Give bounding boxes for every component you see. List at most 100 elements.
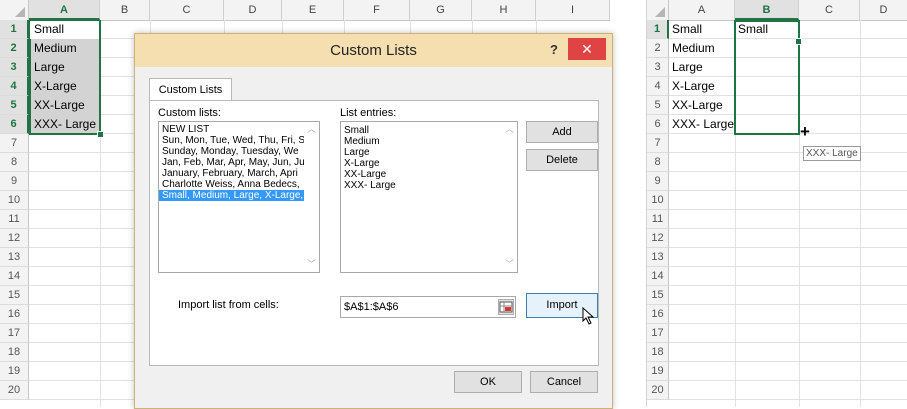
column-header-c[interactable]: C	[150, 0, 224, 20]
row-header-13[interactable]: 13	[647, 248, 669, 267]
row-header-14[interactable]: 14	[647, 267, 669, 286]
import-from-cells-label: Import list from cells:	[178, 299, 279, 311]
row-header-6[interactable]: 6	[647, 115, 669, 134]
row-header-19[interactable]: 19	[647, 362, 669, 381]
add-button[interactable]: Add	[526, 121, 598, 143]
ok-button[interactable]: OK	[454, 371, 522, 393]
custom-lists-listbox[interactable]: NEW LIST Sun, Mon, Tue, Wed, Thu, Fri, S…	[158, 121, 320, 273]
cell-a3[interactable]: Large	[669, 58, 703, 77]
row-header-20[interactable]: 20	[647, 381, 669, 400]
fill-handle[interactable]	[795, 38, 802, 45]
list-entries-textbox[interactable]: Small Medium Large X-Large XX-Large XXX-…	[340, 121, 518, 273]
row-header-10[interactable]: 10	[0, 191, 29, 210]
row-header-15[interactable]: 15	[0, 286, 29, 305]
row-header-15[interactable]: 15	[647, 286, 669, 305]
select-all-corner[interactable]	[647, 0, 669, 20]
column-header-d[interactable]: D	[224, 0, 282, 20]
row-header-4[interactable]: 4	[0, 77, 29, 96]
cell-a6[interactable]: XXX- Large	[31, 115, 96, 134]
row-header-16[interactable]: 16	[647, 305, 669, 324]
cell-a6[interactable]: XXX- Large	[669, 115, 734, 134]
row-header-8[interactable]: 8	[0, 153, 29, 172]
column-header-f[interactable]: F	[344, 0, 410, 20]
row-header-18[interactable]: 18	[0, 343, 29, 362]
row-header-10[interactable]: 10	[647, 191, 669, 210]
row-header-1[interactable]: 1	[0, 20, 29, 39]
row-header-18[interactable]: 18	[647, 343, 669, 362]
row-header-19[interactable]: 19	[0, 362, 29, 381]
column-header-e[interactable]: E	[282, 0, 344, 20]
column-header-a[interactable]: A	[669, 0, 735, 20]
scroll-down-icon[interactable]: ﹀	[304, 257, 319, 272]
column-header-c[interactable]: C	[799, 0, 860, 20]
column-header-d[interactable]: D	[860, 0, 907, 20]
list-item[interactable]: Sun, Mon, Tue, Wed, Thu, Fri, S	[159, 135, 319, 146]
tab-custom-lists[interactable]: Custom Lists	[149, 78, 232, 102]
row-header-9[interactable]: 9	[647, 172, 669, 191]
column-header-row: A B C D	[647, 0, 907, 21]
row-header-17[interactable]: 17	[647, 324, 669, 343]
row-header-8[interactable]: 8	[647, 153, 669, 172]
cell-a5[interactable]: XX-Large	[669, 96, 723, 115]
row-header-14[interactable]: 14	[0, 267, 29, 286]
list-item[interactable]: Jan, Feb, Mar, Apr, May, Jun, Ju	[159, 157, 319, 168]
cancel-button[interactable]: Cancel	[530, 371, 598, 393]
row-header-6[interactable]: 6	[0, 115, 29, 134]
row-header-11[interactable]: 11	[647, 210, 669, 229]
delete-button[interactable]: Delete	[526, 149, 598, 171]
column-header-b[interactable]: B	[735, 0, 799, 20]
row-header-11[interactable]: 11	[0, 210, 29, 229]
column-header-a[interactable]: A	[29, 0, 100, 20]
list-entry: XXX- Large	[344, 180, 396, 191]
column-header-h[interactable]: H	[472, 0, 536, 20]
list-item-selected[interactable]: Small, Medium, Large, X-Large,	[159, 190, 304, 201]
cell-a1[interactable]: Small	[31, 20, 64, 39]
custom-lists-label: Custom lists:	[158, 107, 221, 119]
list-item[interactable]: Sunday, Monday, Tuesday, We	[159, 146, 319, 157]
row-header-2[interactable]: 2	[0, 39, 29, 58]
row-header-1[interactable]: 1	[647, 20, 669, 39]
scroll-up-icon[interactable]: ︿	[502, 122, 517, 137]
list-entries-scrollbar[interactable]: ︿ ﹀	[502, 122, 517, 272]
fill-handle[interactable]	[97, 131, 104, 138]
list-item[interactable]: January, February, March, Apri	[159, 168, 319, 179]
cell-a4[interactable]: X-Large	[31, 77, 77, 96]
list-item[interactable]: Charlotte Weiss, Anna Bedecs,	[159, 179, 319, 190]
help-button[interactable]: ?	[544, 40, 564, 60]
scroll-up-icon[interactable]: ︿	[304, 122, 319, 137]
row-header-3[interactable]: 3	[0, 58, 29, 77]
scroll-down-icon[interactable]: ﹀	[502, 257, 517, 272]
custom-lists-scrollbar[interactable]: ︿ ﹀	[304, 122, 319, 272]
list-item[interactable]: NEW LIST	[159, 124, 319, 135]
row-header-4[interactable]: 4	[647, 77, 669, 96]
row-header-12[interactable]: 12	[647, 229, 669, 248]
row-header-3[interactable]: 3	[647, 58, 669, 77]
row-header-16[interactable]: 16	[0, 305, 29, 324]
row-header-7[interactable]: 7	[0, 134, 29, 153]
cell-a2[interactable]: Medium	[31, 39, 77, 58]
row-header-17[interactable]: 17	[0, 324, 29, 343]
cell-a2[interactable]: Medium	[669, 39, 715, 58]
select-all-corner[interactable]	[0, 0, 29, 20]
column-header-i[interactable]: I	[536, 0, 610, 20]
row-header-20[interactable]: 20	[0, 381, 29, 400]
row-header-12[interactable]: 12	[0, 229, 29, 248]
import-range-input[interactable]: $A$1:$A$6	[340, 296, 516, 318]
row-header-5[interactable]: 5	[0, 96, 29, 115]
cell-a1[interactable]: Small	[669, 20, 702, 39]
list-entry: XX-Large	[344, 169, 387, 180]
cell-a3[interactable]: Large	[31, 58, 65, 77]
row-header-2[interactable]: 2	[647, 39, 669, 58]
range-picker-icon[interactable]	[498, 299, 514, 315]
row-header-9[interactable]: 9	[0, 172, 29, 191]
dialog-titlebar[interactable]: Custom Lists ? ✕	[135, 34, 612, 67]
column-header-b[interactable]: B	[100, 0, 150, 20]
column-header-g[interactable]: G	[410, 0, 472, 20]
row-header-5[interactable]: 5	[647, 96, 669, 115]
cell-a4[interactable]: X-Large	[669, 77, 715, 96]
cell-b1[interactable]: Small	[735, 20, 768, 39]
row-header-13[interactable]: 13	[0, 248, 29, 267]
close-button[interactable]: ✕	[568, 38, 606, 60]
cell-a5[interactable]: XX-Large	[31, 96, 85, 115]
row-header-7[interactable]: 7	[647, 134, 669, 153]
